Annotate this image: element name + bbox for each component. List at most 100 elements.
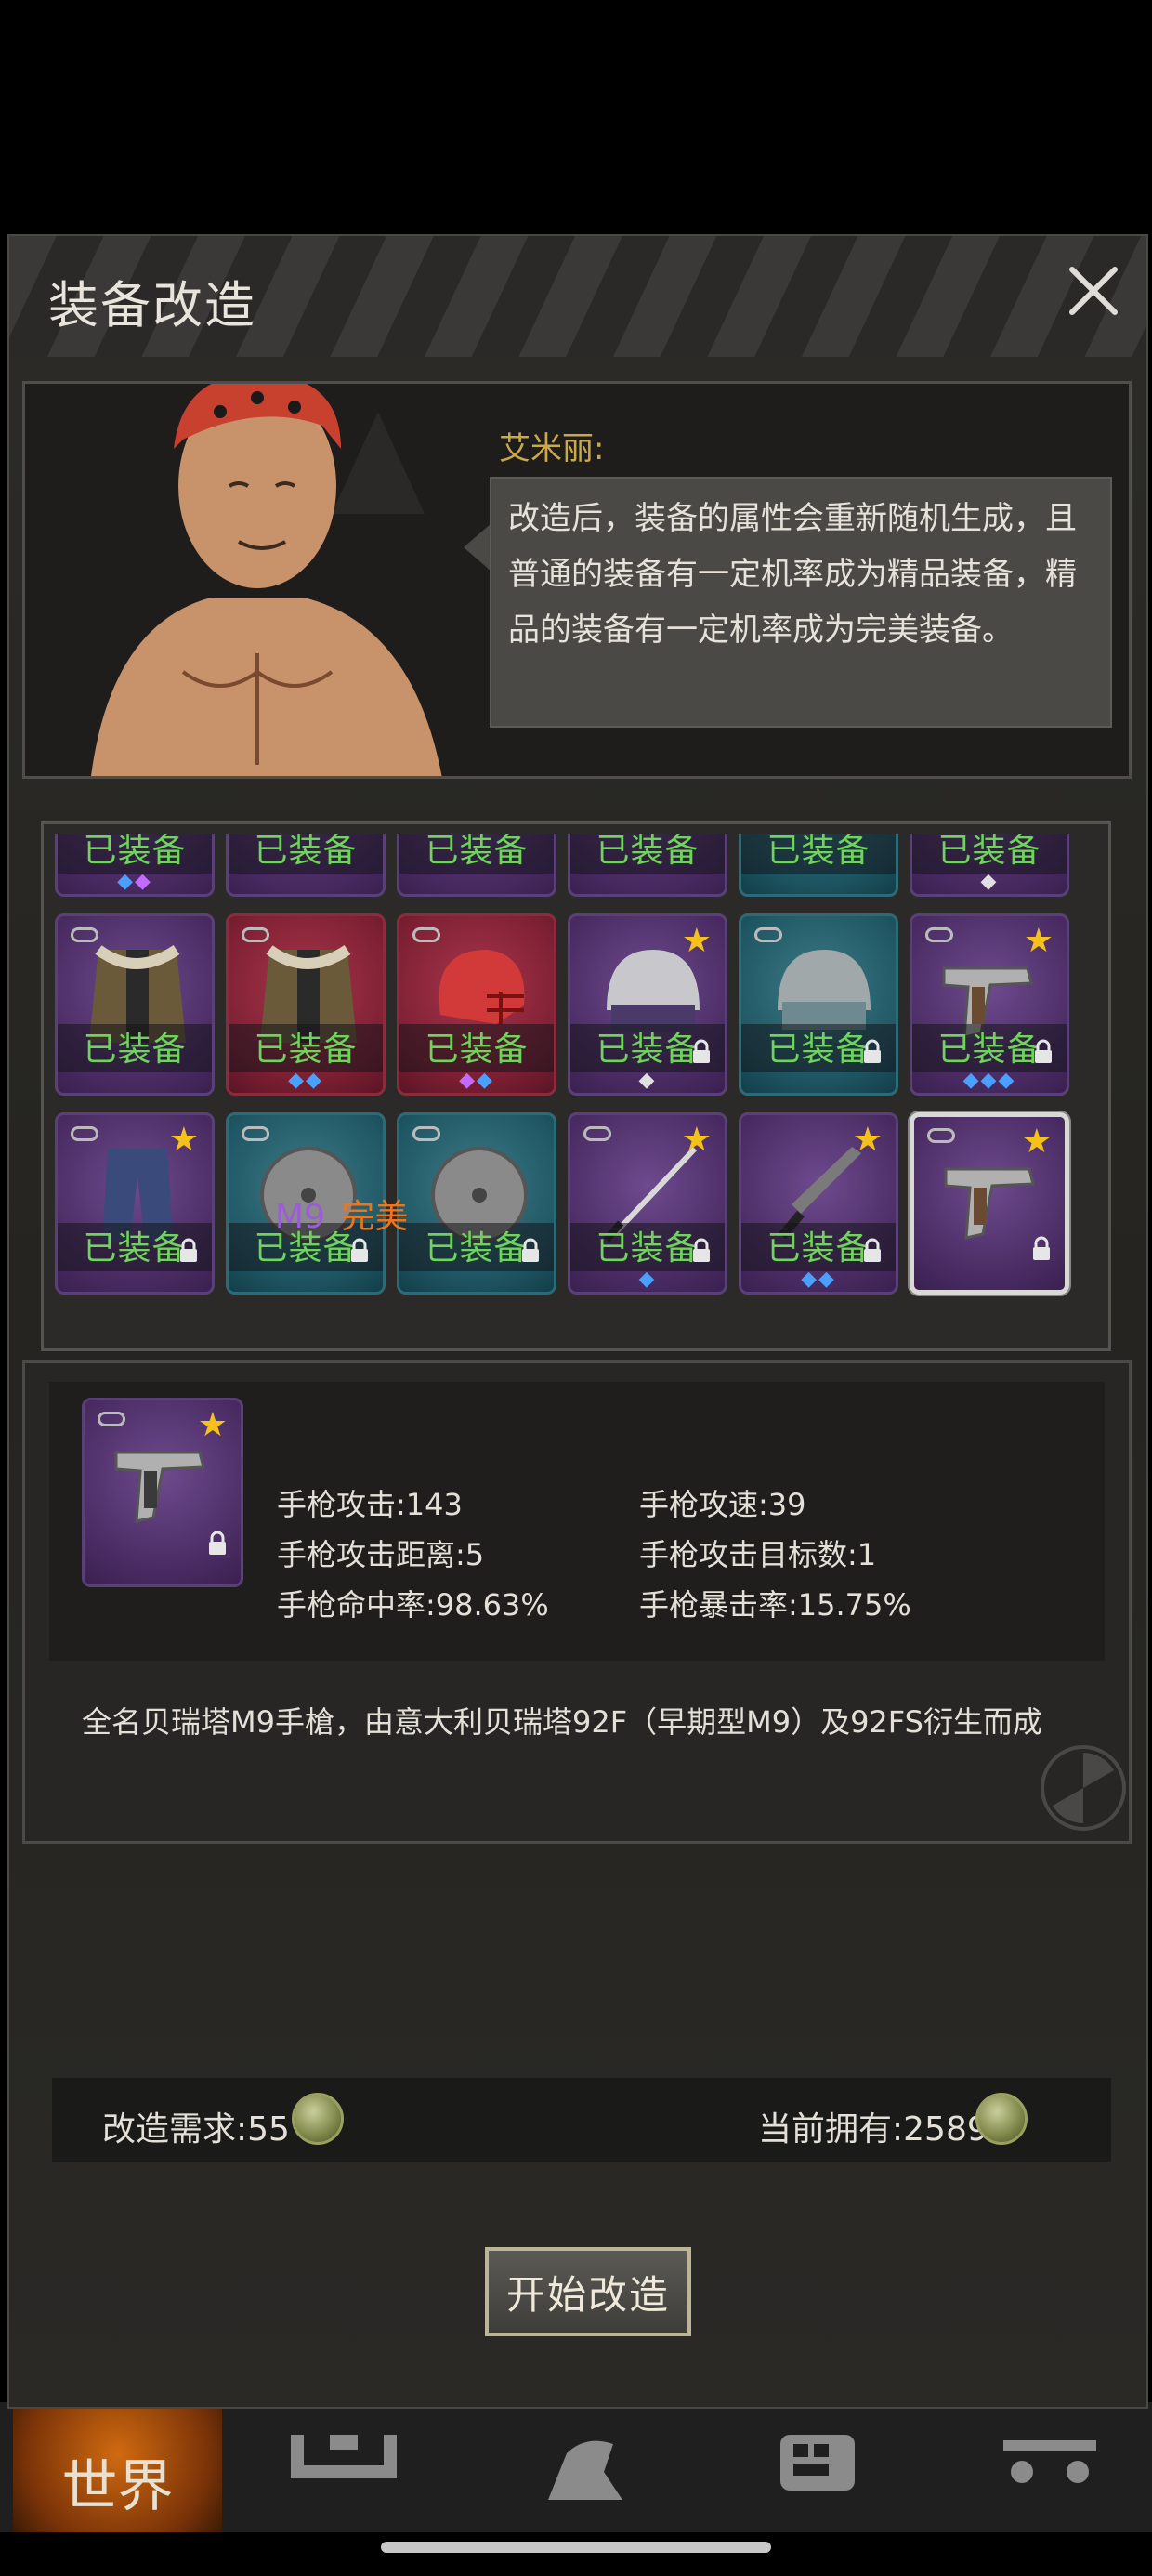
gem-slots: ◆ [912, 872, 1067, 892]
gem-slots: ◆◆ [229, 1071, 383, 1091]
selected-item-icon: ★ [82, 1398, 243, 1587]
gem-blue-icon: ◆ [962, 1069, 981, 1092]
bottle-cap-coin-icon [975, 2093, 1028, 2145]
equipment-slot[interactable]: ★ 已装备 [55, 1112, 215, 1295]
stat-targets: 手枪攻击目标数:1 [639, 1537, 877, 1572]
gem-blue-icon: ◆ [980, 1069, 999, 1092]
gem-slots: ◆◆ [741, 1269, 896, 1290]
equipped-label: 已装备 [766, 834, 871, 870]
stat-hit-rate: 手枪命中率:98.63% [277, 1587, 549, 1623]
gem-blue-icon: ◆ [117, 870, 135, 893]
nav-tab-vehicle[interactable] [985, 2402, 1115, 2532]
nav-tab-crafting[interactable] [753, 2402, 883, 2532]
equipped-label: 已装备 [937, 834, 1041, 870]
equipment-slot[interactable]: 已装备 [568, 834, 727, 897]
equipment-slot[interactable]: ★ 已装备 ◆◆◆ [910, 913, 1069, 1096]
home-indicator[interactable] [381, 2542, 771, 2553]
equipment-slot[interactable]: 已装备 [739, 913, 898, 1096]
gem-blue-icon: ◆ [288, 1069, 306, 1092]
bound-link-icon [242, 1126, 269, 1141]
item-name-model: M9 [275, 1198, 325, 1236]
bound-link-icon [927, 1128, 955, 1143]
gem-blue-icon: ◆ [306, 1069, 323, 1092]
nav-tab-world-label: 世界 [61, 2453, 174, 2519]
bottle-cap-coin-icon [292, 2093, 344, 2145]
gem-white-icon: ◆ [980, 870, 999, 893]
star-icon: ★ [852, 1121, 883, 1159]
vehicle-icon [1003, 2440, 1096, 2483]
lock-icon [1035, 1039, 1052, 1063]
equipment-slot[interactable]: 已装备 ◆ [910, 834, 1069, 897]
gem-blue-icon: ◆ [638, 1268, 657, 1291]
bound-link-icon [71, 1126, 98, 1141]
speech-tail [464, 523, 491, 572]
lock-icon [522, 1238, 539, 1262]
bound-link-icon [754, 927, 782, 942]
gem-slots: ◆◆ [58, 872, 212, 892]
equipped-label: 已装备 [425, 1031, 529, 1069]
lock-icon [209, 1531, 226, 1555]
equipment-slot[interactable]: 已装备 [226, 834, 386, 897]
radiation-icon [1041, 1745, 1126, 1831]
equipment-slot[interactable]: ★ 已装备 ◆◆ [739, 1112, 898, 1295]
bound-link-icon [71, 927, 98, 942]
gem-slots: ◆ [570, 1071, 725, 1091]
equipment-grid[interactable]: 已装备 ◆◆ 已装备 已装备 已装备 已装备 已装备 ◆ 已装备 已装备 ◆◆ 已装备 ◆◆ ★ 已装备 ◆ 已… [55, 834, 1097, 1335]
equipment-slot[interactable]: 已装备 ◆◆ [226, 913, 386, 1096]
nav-tab-character[interactable] [520, 2402, 650, 2532]
stat-speed: 手枪攻速:39 [639, 1487, 806, 1522]
star-icon: ★ [1021, 1123, 1052, 1161]
nav-tab-world[interactable]: 世界 [13, 2402, 222, 2532]
equipment-slot[interactable]: 已装备 [397, 1112, 556, 1295]
speech-text: 改造后，装备的属性会重新随机生成，且普通的装备有一定机率成为精品装备，精品的装备… [508, 500, 1077, 649]
equipped-label: 已装备 [425, 834, 529, 870]
dialog-title: 装备改造 [48, 276, 256, 335]
bound-link-icon [583, 1126, 611, 1141]
lock-icon [1033, 1236, 1050, 1260]
gem-slots: ◆ [570, 1269, 725, 1290]
gem-blue-icon: ◆ [818, 1268, 836, 1291]
equipped-label: 已装备 [83, 1031, 187, 1069]
equipment-slot[interactable]: 已装备 [55, 913, 215, 1096]
speaker-name: 艾米丽: [499, 430, 605, 467]
equipment-slot[interactable]: ★ 已装备 ◆ [568, 913, 727, 1096]
equipped-label: 已装备 [254, 834, 358, 870]
stat-attack: 手枪攻击:143 [277, 1487, 463, 1522]
bag-icon [291, 2435, 397, 2478]
bound-link-icon [412, 1126, 440, 1141]
lock-icon [180, 1238, 197, 1262]
equipment-slot[interactable]: ★ [910, 1112, 1069, 1295]
cost-owned: 当前拥有:2589 [758, 2110, 988, 2149]
npc-portrait [91, 384, 442, 776]
stat-range: 手枪攻击距离:5 [277, 1537, 485, 1572]
lock-icon [864, 1238, 881, 1262]
npc-panel: 艾米丽: 改造后，装备的属性会重新随机生成，且普通的装备有一定机率成为精品装备，… [22, 381, 1132, 779]
close-icon[interactable] [1061, 258, 1126, 323]
equipped-label: 已装备 [254, 1031, 358, 1069]
star-icon: ★ [168, 1121, 199, 1159]
start-reforge-button[interactable]: 开始改造 [485, 2247, 691, 2336]
nav-tab-bag[interactable] [279, 2402, 409, 2532]
stat-crit-rate: 手枪暴击率:15.75% [639, 1587, 911, 1623]
lock-icon [864, 1039, 881, 1063]
crafting-icon [780, 2435, 855, 2491]
character-icon [548, 2440, 622, 2500]
equipment-slot[interactable]: 已装备 [397, 834, 556, 897]
item-description: 全名贝瑞塔M9手槍，由意大利贝瑞塔92F（早期型M9）及92FS衍生而成 [82, 1704, 1042, 1740]
gem-purple-icon: ◆ [135, 870, 152, 893]
equipment-slot[interactable]: 已装备 ◆◆ [397, 913, 556, 1096]
star-icon: ★ [1023, 922, 1054, 960]
cost-required: 改造需求:55 [102, 2110, 290, 2149]
star-icon: ★ [681, 922, 712, 960]
lock-icon [693, 1039, 710, 1063]
lock-icon [351, 1238, 368, 1262]
equipment-slot[interactable]: ★ 已装备 ◆ [568, 1112, 727, 1295]
equipment-slot[interactable]: 已装备 [739, 834, 898, 897]
item-quality: 完美 [341, 1198, 409, 1236]
bound-link-icon [242, 927, 269, 942]
gem-slots: ◆◆◆ [912, 1071, 1067, 1091]
equipment-slot[interactable]: 已装备 ◆◆ [55, 834, 215, 897]
equipment-grid-panel: 已装备 ◆◆ 已装备 已装备 已装备 已装备 已装备 ◆ 已装备 已装备 ◆◆ 已装备 ◆◆ ★ 已装备 ◆ 已… [41, 821, 1111, 1351]
bound-link-icon [925, 927, 953, 942]
bottom-nav: 世界 [0, 2402, 1152, 2532]
